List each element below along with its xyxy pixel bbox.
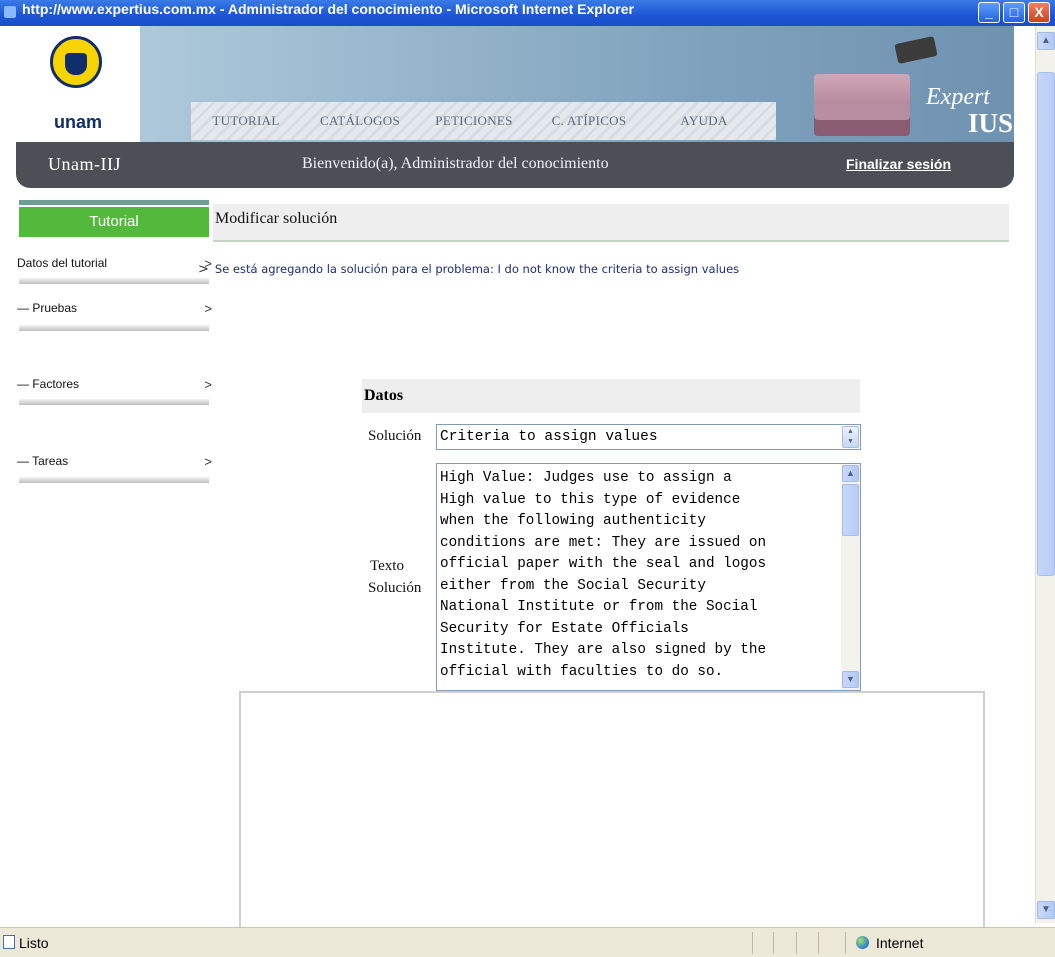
page-scrollbar[interactable]: ▲ ▼ — [1035, 26, 1055, 923]
sidebar-item-factores[interactable]: — Factores > — [17, 377, 212, 392]
status-divider — [845, 932, 846, 954]
site-name: Unam-IIJ — [48, 154, 121, 174]
sidebar-separator — [19, 477, 209, 483]
status-divider — [752, 932, 753, 954]
status-bar: Listo Internet — [0, 927, 1055, 957]
solucion-input[interactable]: Criteria to assign values ▲ ▼ — [436, 424, 861, 450]
sidebar-item-pruebas[interactable]: — Pruebas > — [17, 301, 212, 316]
problem-notice: > Se está agregando la solución para el p… — [198, 262, 739, 277]
sidebar-separator — [19, 399, 209, 405]
window-title: http://www.expertius.com.mx - Administra… — [22, 1, 634, 17]
notice-text: Se está agregando la solución para el pr… — [214, 262, 740, 276]
rich-text-editor[interactable] — [239, 691, 985, 927]
nav-catalogos[interactable]: CATÁLOGOS — [301, 102, 419, 140]
scroll-up-icon[interactable]: ▲ — [1037, 32, 1055, 50]
status-divider — [796, 932, 797, 954]
logout-link[interactable]: Finalizar sesión — [846, 156, 951, 172]
status-text: Listo — [19, 935, 49, 951]
solucion-value: Criteria to assign values — [440, 429, 658, 445]
nav-peticiones[interactable]: PETICIONES — [419, 102, 529, 140]
sidebar-separator — [19, 278, 209, 284]
sidebar-item-label: — Pruebas — [17, 301, 78, 315]
solucion-label: Solución — [368, 428, 422, 444]
header-banner: unam TUTORIAL CATÁLOGOS PETICIONES C. AT… — [16, 26, 1014, 142]
expertius-logo: Expert IUS — [806, 34, 1014, 142]
logo-text: unam — [54, 112, 103, 132]
minimize-button[interactable]: _ — [978, 2, 1000, 23]
security-zone: Internet — [876, 935, 924, 951]
maximize-button[interactable]: □ — [1003, 2, 1025, 23]
scroll-up-icon[interactable]: ▲ — [842, 465, 859, 482]
scroll-thumb[interactable] — [1037, 72, 1055, 576]
sidebar-divider — [19, 200, 209, 205]
brand-ius: IUS — [968, 108, 1014, 138]
scroll-down-icon[interactable]: ▼ — [842, 671, 859, 688]
sidebar: Tutorial Datos del tutorial > — Pruebas … — [17, 200, 212, 490]
scroll-thumb[interactable] — [842, 484, 859, 536]
welcome-message: Bienvenido(a), Administrador del conocim… — [302, 155, 609, 172]
chevron-right-icon: > — [204, 454, 212, 469]
header-bar: Unam-IIJ Bienvenido(a), Administrador de… — [16, 142, 1014, 188]
chevron-right-icon: > — [204, 377, 212, 392]
site-header: unam TUTORIAL CATÁLOGOS PETICIONES C. AT… — [16, 26, 1014, 188]
chevron-right-icon: > — [204, 301, 212, 316]
internet-explorer-icon — [4, 6, 16, 18]
texto-solucion-textarea[interactable]: High Value: Judges use to assign a High … — [436, 463, 861, 691]
status-divider — [773, 932, 774, 954]
sidebar-item-label: — Tareas — [17, 454, 69, 468]
sidebar-header: Tutorial — [19, 207, 209, 237]
texto-solucion-value: High Value: Judges use to assign a High … — [440, 470, 767, 680]
brand-expert: Expert — [926, 84, 990, 110]
spinner-icon[interactable]: ▲ ▼ — [842, 426, 859, 448]
sidebar-item-tareas[interactable]: — Tareas > — [17, 454, 212, 469]
nav-tutorial[interactable]: TUTORIAL — [191, 102, 301, 140]
scroll-down-icon[interactable]: ▼ — [1037, 901, 1055, 919]
texto-solucion-label-line2: Solución — [368, 580, 422, 596]
texto-solucion-label-line1: Texto — [370, 558, 404, 574]
form-title: Datos — [362, 379, 860, 413]
window-title-bar[interactable]: http://www.expertius.com.mx - Administra… — [0, 0, 1055, 26]
sidebar-separator — [19, 325, 209, 331]
chevron-right-icon: > — [198, 262, 209, 277]
page-icon — [3, 935, 15, 949]
sidebar-item-label: — Factores — [17, 377, 80, 391]
page-title: Modificar solución — [213, 204, 1009, 242]
books-icon — [814, 74, 910, 136]
unam-seal-icon — [50, 36, 102, 88]
textarea-scrollbar[interactable]: ▲ ▼ — [841, 464, 860, 690]
unam-logo[interactable]: unam — [16, 26, 140, 142]
status-divider — [818, 932, 819, 954]
nav-casos-atipicos[interactable]: C. ATÍPICOS — [529, 102, 649, 140]
nav-ayuda[interactable]: AYUDA — [649, 102, 759, 140]
main-nav: TUTORIAL CATÁLOGOS PETICIONES C. ATÍPICO… — [191, 102, 776, 140]
close-button[interactable]: X — [1028, 2, 1050, 23]
sidebar-item-datos-tutorial[interactable]: Datos del tutorial > — [17, 256, 212, 271]
gavel-icon — [894, 36, 938, 64]
sidebar-item-label: Datos del tutorial — [17, 256, 108, 270]
globe-icon — [856, 936, 869, 949]
